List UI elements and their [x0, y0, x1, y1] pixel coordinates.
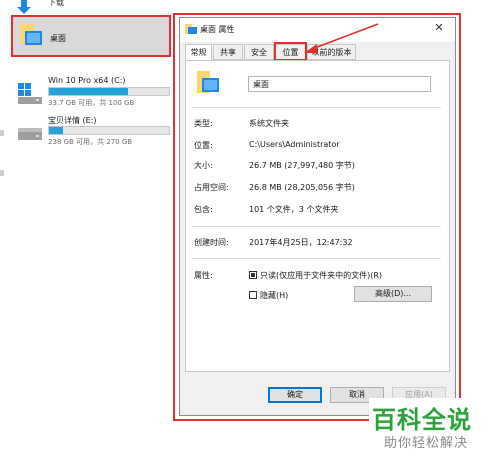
- desktop-folder-icon: [20, 24, 42, 46]
- divider: [192, 258, 441, 259]
- nav-pane-edge: [0, 130, 4, 136]
- created-label: 创建时间:: [194, 238, 229, 247]
- downloads-label[interactable]: 下载: [48, 0, 64, 8]
- drive-c-size: 33.7 GB 可用，共 100 GB: [48, 99, 135, 107]
- close-icon[interactable]: ✕: [432, 21, 446, 35]
- tab-sharing[interactable]: 共享: [213, 44, 243, 60]
- hidden-checkbox[interactable]: [249, 291, 257, 299]
- drive-e-usage-bar: [48, 126, 170, 135]
- desktop-folder-icon: [197, 71, 219, 93]
- type-value: 系统文件夹: [249, 119, 289, 128]
- drive-c-usage-bar: [48, 87, 170, 96]
- drive-c-usage-fill: [49, 88, 129, 95]
- type-label: 类型:: [194, 119, 213, 128]
- created-value: 2017年4月25日，12:47:32: [249, 238, 353, 247]
- red-pointer-arrow: [304, 23, 379, 53]
- size-on-disk-value: 26.8 MB (28,205,056 字节): [249, 183, 355, 192]
- drive-icon: [18, 128, 42, 140]
- readonly-checkbox[interactable]: [249, 271, 257, 279]
- contains-label: 包含:: [194, 205, 213, 214]
- tab-security[interactable]: 安全: [244, 44, 274, 60]
- size-label: 大小:: [194, 161, 213, 170]
- windows-drive-icon: [18, 83, 42, 104]
- hidden-label[interactable]: 隐藏(H): [260, 290, 288, 301]
- divider: [192, 107, 441, 108]
- drive-e-name[interactable]: 宝贝详情 (E:): [48, 115, 97, 126]
- location-label: 位置:: [194, 141, 213, 150]
- download-arrow-icon: [17, 0, 31, 14]
- contains-value: 101 个文件，3 个文件夹: [249, 205, 339, 214]
- drive-e-size: 238 GB 可用，共 270 GB: [48, 138, 133, 146]
- size-on-disk-label: 占用空间:: [194, 183, 229, 192]
- ok-button[interactable]: 确定: [268, 387, 322, 403]
- watermark-tagline: 助你轻松解决: [384, 436, 469, 451]
- drive-c-name[interactable]: Win 10 Pro x64 (C:): [48, 76, 126, 85]
- nav-pane-edge: [0, 170, 4, 176]
- readonly-label[interactable]: 只读(仅应用于文件夹中的文件)(R): [260, 270, 382, 281]
- watermark-logo: 百科全说: [372, 406, 472, 434]
- divider: [192, 226, 441, 227]
- attributes-label: 属性:: [194, 271, 213, 280]
- desktop-label[interactable]: 桌面: [50, 33, 66, 44]
- size-value: 26.7 MB (27,997,480 字节): [249, 161, 355, 170]
- folder-name-input[interactable]: [248, 76, 431, 92]
- location-value: C:\Users\Administrator: [249, 140, 340, 149]
- dialog-title: 桌面 属性: [200, 25, 235, 34]
- tab-general[interactable]: 常规: [185, 44, 212, 61]
- advanced-button[interactable]: 高级(D)...: [354, 286, 432, 302]
- desktop-small-icon: [185, 24, 197, 34]
- drive-e-usage-fill: [49, 127, 64, 134]
